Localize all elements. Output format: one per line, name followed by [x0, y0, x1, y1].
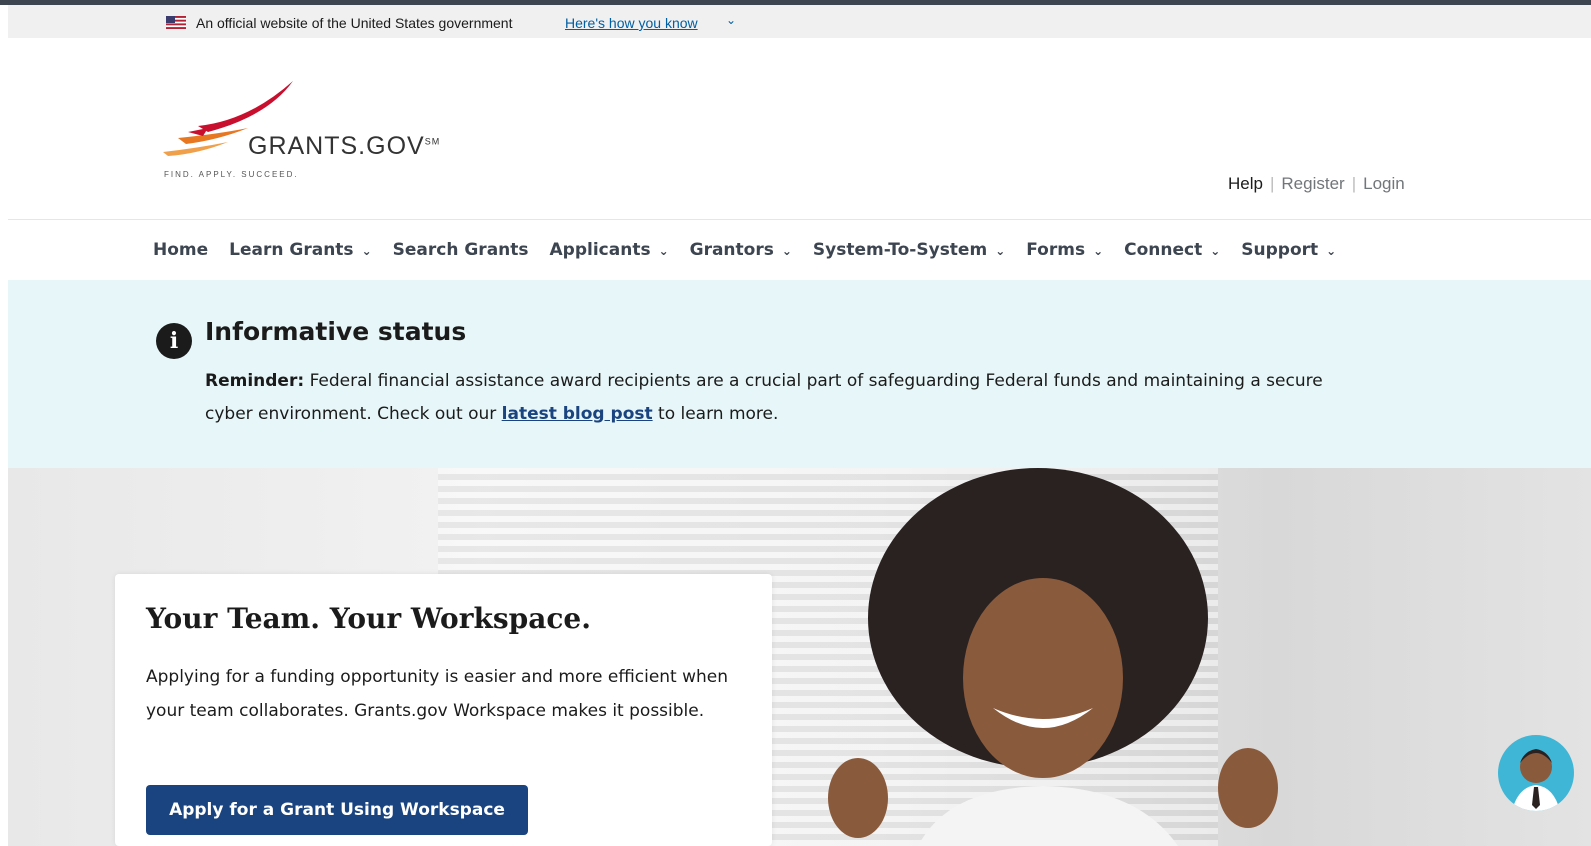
- login-link[interactable]: Login: [1363, 174, 1405, 193]
- reminder-label: Reminder:: [205, 371, 305, 391]
- chevron-down-icon: ⌄: [658, 244, 669, 258]
- how-you-know-link[interactable]: Here's how you know: [565, 15, 698, 31]
- site-header: GRANTS.GOVSM FIND. APPLY. SUCCEED. Help |…: [8, 38, 1591, 220]
- help-link[interactable]: Help: [1228, 174, 1263, 193]
- logo-wordmark: GRANTS.GOVSM: [248, 132, 441, 160]
- nav-item-applicants[interactable]: Applicants ⌄: [550, 240, 669, 260]
- nav-item-system-to-system[interactable]: System-To-System ⌄: [813, 240, 1005, 260]
- us-flag-icon: [166, 16, 186, 29]
- hero-body: Applying for a funding opportunity is ea…: [146, 667, 729, 721]
- info-alert: i Informative status Reminder: Federal f…: [8, 280, 1591, 468]
- divider: |: [1351, 174, 1357, 193]
- grants-gov-logo[interactable]: GRANTS.GOVSM FIND. APPLY. SUCCEED.: [158, 76, 498, 186]
- main-nav: Home Learn Grants ⌄ Search Grants Applica…: [8, 220, 1591, 280]
- chevron-down-icon: ⌄: [1210, 244, 1221, 258]
- logo-tagline: FIND. APPLY. SUCCEED.: [164, 170, 299, 179]
- nav-item-home[interactable]: Home: [153, 240, 208, 260]
- info-icon: i: [156, 323, 192, 359]
- blog-post-link[interactable]: latest blog post: [502, 404, 653, 424]
- register-link[interactable]: Register: [1281, 174, 1344, 193]
- chevron-down-icon: ⌄: [361, 244, 372, 258]
- chevron-down-icon: ⌄: [1326, 244, 1337, 258]
- nav-item-learn-grants[interactable]: Learn Grants ⌄: [229, 240, 371, 260]
- nav-item-connect[interactable]: Connect ⌄: [1124, 240, 1220, 260]
- official-site-text: An official website of the United States…: [196, 15, 513, 31]
- nav-item-support[interactable]: Support ⌄: [1241, 240, 1336, 260]
- alert-text-end: to learn more.: [658, 404, 779, 424]
- chevron-down-icon: ⌄: [781, 244, 792, 258]
- utility-links: Help | Register | Login: [1228, 174, 1405, 194]
- chevron-down-icon: ⌄: [995, 244, 1006, 258]
- hero-photo-person: [828, 468, 1278, 846]
- nav-item-forms[interactable]: Forms ⌄: [1026, 240, 1103, 260]
- gov-banner: An official website of the United States…: [8, 5, 1591, 38]
- alert-message: Reminder: Federal financial assistance a…: [205, 365, 1345, 431]
- divider: |: [1269, 174, 1275, 193]
- nav-item-search-grants[interactable]: Search Grants: [393, 240, 529, 260]
- nav-item-grantors[interactable]: Grantors ⌄: [690, 240, 792, 260]
- apply-workspace-button[interactable]: Apply for a Grant Using Workspace: [146, 785, 528, 835]
- hero-card: Your Team. Your Workspace. Applying for …: [115, 574, 772, 846]
- hero-title: Your Team. Your Workspace.: [146, 602, 591, 635]
- chevron-down-icon: ⌄: [1093, 244, 1104, 258]
- chevron-down-icon[interactable]: ⌄: [726, 13, 736, 27]
- chat-assistant-icon[interactable]: [1498, 735, 1574, 811]
- alert-title: Informative status: [205, 317, 467, 346]
- agent-avatar-icon: [1512, 749, 1560, 811]
